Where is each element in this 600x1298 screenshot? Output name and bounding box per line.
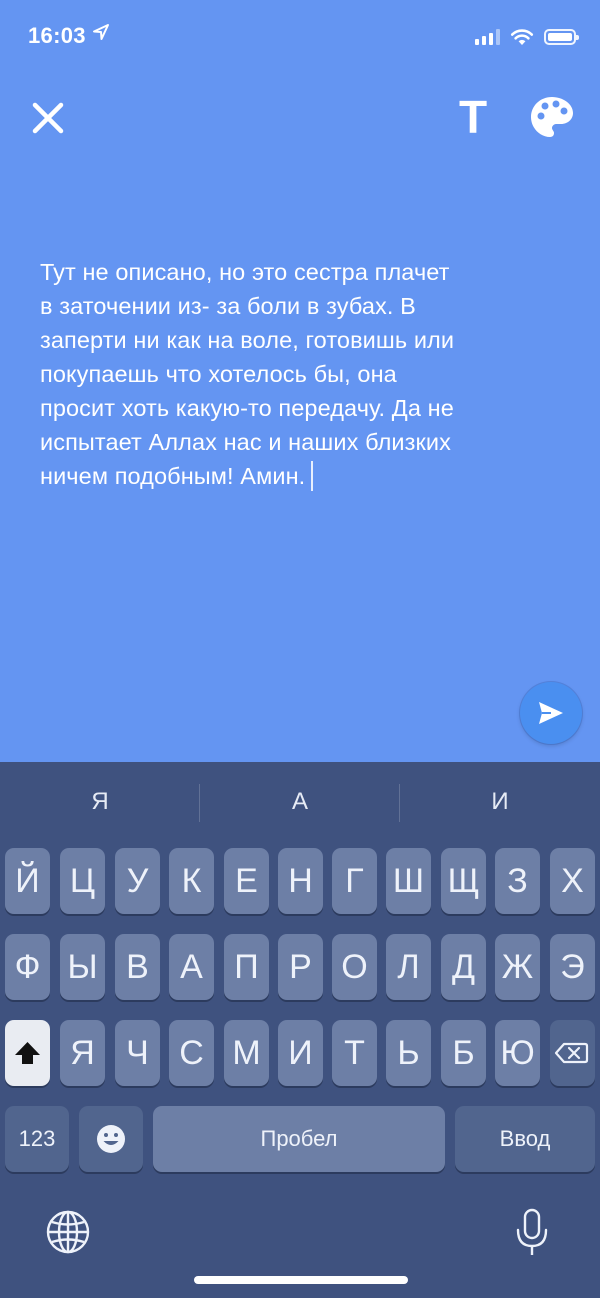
home-indicator bbox=[194, 1276, 408, 1284]
key-row2-9[interactable]: Д bbox=[441, 934, 486, 1000]
key-row1-11[interactable]: Х bbox=[550, 848, 595, 914]
suggestion-bar: Я А И bbox=[0, 762, 600, 842]
key-row1-9[interactable]: Щ bbox=[441, 848, 486, 914]
key-row1-10[interactable]: З bbox=[495, 848, 540, 914]
return-key[interactable]: Ввод bbox=[455, 1106, 595, 1172]
key-row2-1[interactable]: Ф bbox=[5, 934, 50, 1000]
key-row1-3[interactable]: У bbox=[115, 848, 160, 914]
microphone-icon bbox=[516, 1208, 548, 1255]
suggestion-1[interactable]: Я bbox=[0, 762, 200, 842]
key-row3-4[interactable]: М bbox=[224, 1020, 269, 1086]
key-row2-6[interactable]: Р bbox=[278, 934, 323, 1000]
battery-icon bbox=[544, 29, 579, 45]
globe-button[interactable] bbox=[44, 1208, 92, 1256]
shift-icon bbox=[15, 1042, 40, 1064]
emoji-key[interactable] bbox=[79, 1106, 143, 1172]
key-row2-5[interactable]: П bbox=[224, 934, 269, 1000]
key-row2-3[interactable]: В bbox=[115, 934, 160, 1000]
key-row1-5[interactable]: Е bbox=[224, 848, 269, 914]
text-style-button[interactable]: T bbox=[450, 92, 496, 142]
globe-icon bbox=[46, 1210, 90, 1254]
cellular-signal-icon bbox=[475, 29, 500, 45]
numbers-key[interactable]: 123 bbox=[5, 1106, 69, 1172]
key-row3-2[interactable]: Ч bbox=[115, 1020, 160, 1086]
microphone-button[interactable] bbox=[512, 1206, 552, 1260]
suggestion-2[interactable]: А bbox=[200, 762, 400, 842]
delete-key[interactable] bbox=[550, 1020, 595, 1086]
key-row3-1[interactable]: Я bbox=[60, 1020, 105, 1086]
key-row3-9[interactable]: Ю bbox=[495, 1020, 540, 1086]
key-row3-3[interactable]: С bbox=[169, 1020, 214, 1086]
key-row1-4[interactable]: К bbox=[169, 848, 214, 914]
key-row2-4[interactable]: А bbox=[169, 934, 214, 1000]
space-key[interactable]: Пробел bbox=[153, 1106, 445, 1172]
message-body: Тут не описано, но это сестра плачет в з… bbox=[40, 259, 455, 489]
send-icon bbox=[539, 702, 563, 724]
keyboard: Я А И Й Ц У К Е Н Г Ш Щ З Х Ф Ы В А П Р … bbox=[0, 762, 600, 1298]
key-row1-6[interactable]: Н bbox=[278, 848, 323, 914]
location-arrow-icon bbox=[92, 23, 110, 46]
status-icons bbox=[475, 24, 579, 50]
key-row1-8[interactable]: Ш bbox=[386, 848, 431, 914]
key-row3-8[interactable]: Б bbox=[441, 1020, 486, 1086]
wifi-icon bbox=[510, 29, 534, 45]
text-cursor bbox=[311, 461, 314, 491]
message-text[interactable]: Тут не описано, но это сестра плачет в з… bbox=[40, 255, 570, 493]
key-row3-7[interactable]: Ь bbox=[386, 1020, 431, 1086]
emoji-icon bbox=[97, 1125, 125, 1153]
key-row3-5[interactable]: И bbox=[278, 1020, 323, 1086]
palette-icon bbox=[531, 97, 573, 137]
story-editor: 16:03 T Тут не описано, но это сестра пл… bbox=[0, 0, 600, 762]
key-row2-2[interactable]: Ы bbox=[60, 934, 105, 1000]
key-row2-10[interactable]: Ж bbox=[495, 934, 540, 1000]
send-button[interactable] bbox=[520, 682, 582, 744]
shift-key[interactable] bbox=[5, 1020, 50, 1086]
close-button[interactable] bbox=[26, 96, 70, 140]
key-row2-8[interactable]: Л bbox=[386, 934, 431, 1000]
key-row1-1[interactable]: Й bbox=[5, 848, 50, 914]
key-row1-7[interactable]: Г bbox=[332, 848, 377, 914]
key-row3-6[interactable]: Т bbox=[332, 1020, 377, 1086]
key-row1-2[interactable]: Ц bbox=[60, 848, 105, 914]
key-row2-7[interactable]: О bbox=[332, 934, 377, 1000]
delete-icon bbox=[554, 1042, 589, 1064]
status-time: 16:03 bbox=[28, 23, 110, 49]
suggestion-3[interactable]: И bbox=[400, 762, 600, 842]
close-icon bbox=[32, 102, 64, 134]
key-row2-11[interactable]: Э bbox=[550, 934, 595, 1000]
palette-button[interactable] bbox=[528, 94, 576, 140]
